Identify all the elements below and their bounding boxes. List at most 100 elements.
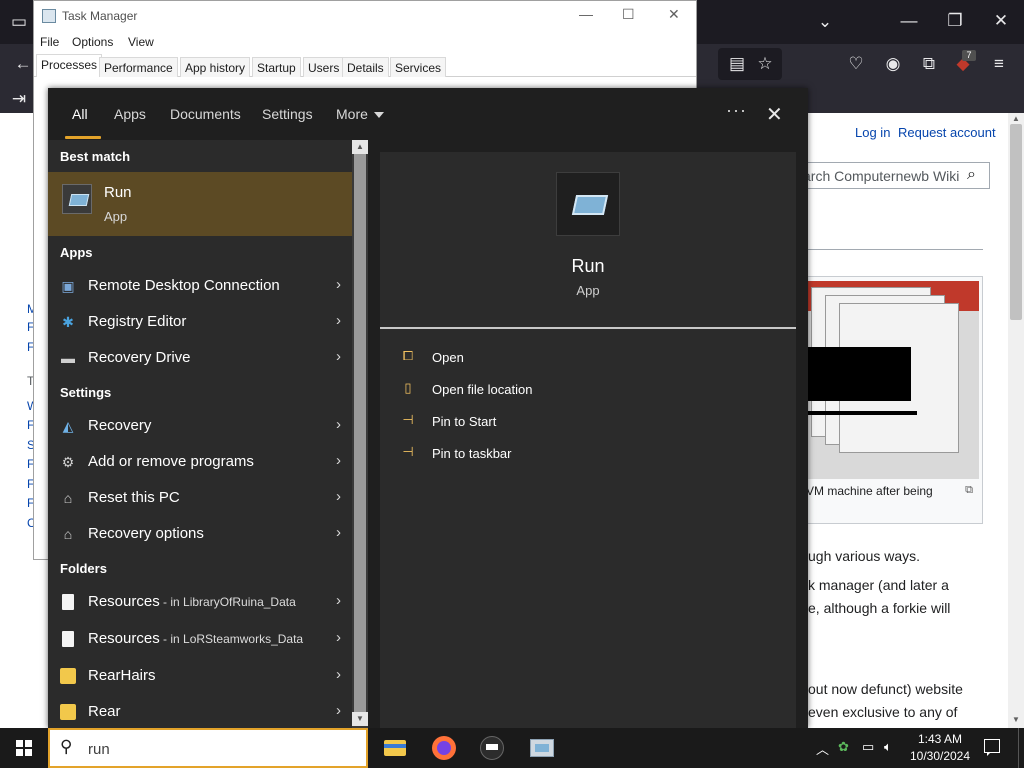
chevron-right-icon[interactable]: › bbox=[336, 592, 341, 609]
volume-icon[interactable]: 🔈︎ bbox=[884, 739, 892, 755]
network-icon[interactable]: ▭ bbox=[862, 739, 874, 755]
tab-users[interactable]: Users bbox=[303, 57, 345, 77]
chevron-right-icon[interactable]: › bbox=[336, 452, 341, 469]
terminal-icon[interactable] bbox=[474, 732, 510, 764]
tab-performance[interactable]: Performance bbox=[99, 57, 178, 77]
tab-settings[interactable]: Settings bbox=[262, 106, 313, 122]
result-recovery-drive[interactable]: ▬ Recovery Drive › bbox=[48, 340, 352, 376]
menu-file[interactable]: File bbox=[40, 35, 59, 49]
result-folder[interactable]: RearHairs › bbox=[48, 658, 352, 694]
back-arrow-icon[interactable]: ← bbox=[12, 54, 34, 74]
wiki-search-input[interactable]: arch Computernewb Wiki ⌕ bbox=[790, 162, 990, 189]
chevron-right-icon[interactable]: › bbox=[336, 488, 341, 505]
result-folder[interactable]: Rear › bbox=[48, 694, 352, 730]
tab-details[interactable]: Details bbox=[342, 57, 389, 77]
result-recovery-options[interactable]: ⌂ Recovery options › bbox=[48, 516, 352, 552]
best-match-item[interactable] bbox=[48, 172, 352, 236]
firefox-icon[interactable] bbox=[426, 732, 462, 764]
section-folders: Folders bbox=[60, 561, 107, 576]
scroll-down-arrow-icon[interactable]: ▼ bbox=[1008, 714, 1024, 726]
chevron-right-icon[interactable]: › bbox=[336, 629, 341, 646]
tab-all[interactable]: All bbox=[72, 106, 88, 122]
results-scrollbar-thumb[interactable] bbox=[354, 154, 366, 714]
taskbar-clock[interactable]: 1:43 AM 10/30/2024 bbox=[904, 731, 976, 765]
more-options-icon[interactable]: ··· bbox=[726, 100, 747, 121]
start-button[interactable] bbox=[0, 728, 48, 768]
tab-processes[interactable]: Processes bbox=[36, 54, 103, 77]
scroll-up-arrow-icon[interactable]: ▲ bbox=[352, 140, 368, 154]
system-tray-app-icon[interactable]: ✿ bbox=[838, 739, 849, 755]
divider bbox=[800, 249, 983, 250]
folder-name: Resources bbox=[88, 630, 160, 647]
action-pin-to-start[interactable]: ⊣ Pin to Start bbox=[400, 410, 700, 436]
bookmark-star-icon[interactable]: ☆ bbox=[754, 54, 776, 74]
run-dialog-icon[interactable] bbox=[524, 732, 560, 764]
action-pin-to-taskbar[interactable]: ⊣ Pin to taskbar bbox=[400, 442, 700, 468]
file-explorer-icon[interactable] bbox=[378, 732, 414, 764]
pocket-icon[interactable]: ♡ bbox=[845, 54, 867, 74]
account-icon[interactable]: ◉ bbox=[882, 54, 904, 74]
request-account-link[interactable]: Request account bbox=[898, 125, 996, 140]
tab-more[interactable]: More bbox=[336, 106, 384, 122]
enlarge-icon[interactable]: ⧉ bbox=[958, 480, 980, 500]
sign-in-icon[interactable]: ⇥ bbox=[8, 89, 30, 109]
menu-options[interactable]: Options bbox=[72, 35, 113, 49]
chevron-right-icon[interactable]: › bbox=[336, 666, 341, 683]
scroll-down-arrow-icon[interactable]: ▼ bbox=[352, 712, 368, 726]
result-label: Add or remove programs bbox=[88, 453, 254, 470]
taskbar-search-box[interactable]: ⚲ run bbox=[48, 728, 368, 768]
result-label: Remote Desktop Connection bbox=[88, 277, 280, 294]
tab-startup[interactable]: Startup bbox=[252, 57, 301, 77]
tab-documents[interactable]: Documents bbox=[170, 106, 241, 122]
preview-pane bbox=[380, 152, 796, 728]
action-open-file-location[interactable]: ▯ Open file location bbox=[400, 378, 700, 404]
menu-view[interactable]: View bbox=[128, 35, 154, 49]
active-tab-indicator bbox=[65, 136, 101, 139]
result-folder[interactable]: Resources - in LibraryOfRuina_Data › bbox=[48, 584, 352, 620]
minimize-icon[interactable]: — bbox=[898, 11, 920, 31]
menu-icon[interactable]: ≡ bbox=[988, 54, 1010, 74]
pin-icon: ⊣ bbox=[402, 412, 414, 427]
minimize-icon[interactable]: — bbox=[579, 6, 593, 22]
close-icon[interactable]: ✕ bbox=[668, 6, 680, 23]
show-desktop-button[interactable] bbox=[1018, 728, 1024, 768]
tab-services[interactable]: Services bbox=[390, 57, 447, 77]
show-hidden-icons-chevron-icon[interactable]: ︿ bbox=[816, 739, 829, 758]
result-registry-editor[interactable]: ✱ Registry Editor › bbox=[48, 304, 352, 340]
search-icon[interactable]: ⌕ bbox=[967, 166, 976, 184]
reader-view-icon[interactable]: ▤ bbox=[726, 54, 748, 74]
maximize-icon[interactable]: ☐ bbox=[622, 6, 635, 23]
result-add-remove-programs[interactable]: ⚙ Add or remove programs › bbox=[48, 444, 352, 480]
chevron-right-icon[interactable]: › bbox=[336, 276, 341, 293]
folder-icon bbox=[60, 704, 76, 720]
thumbnail-image[interactable] bbox=[807, 281, 979, 479]
tab-list-icon[interactable]: ▭ bbox=[8, 12, 30, 32]
reset-pc-icon: ⌂ bbox=[63, 490, 73, 506]
recovery-options-icon: ⌂ bbox=[63, 526, 73, 542]
chevron-right-icon[interactable]: › bbox=[336, 524, 341, 541]
search-query: run bbox=[88, 741, 110, 758]
tab-apps[interactable]: Apps bbox=[114, 106, 146, 122]
tab-app-history[interactable]: App history bbox=[180, 57, 251, 77]
result-reset-pc[interactable]: ⌂ Reset this PC › bbox=[48, 480, 352, 516]
action-open[interactable]: ⧠ Open bbox=[400, 346, 700, 372]
preview-divider bbox=[380, 327, 796, 329]
extensions-icon[interactable]: ⧉ bbox=[918, 54, 940, 74]
close-icon[interactable]: ✕ bbox=[766, 102, 783, 127]
login-link[interactable]: Log in bbox=[855, 125, 890, 140]
chevron-right-icon[interactable]: › bbox=[336, 416, 341, 433]
result-remote-desktop[interactable]: ▣ Remote Desktop Connection › bbox=[48, 268, 352, 304]
page-scrollbar-thumb[interactable] bbox=[1010, 124, 1022, 320]
result-folder[interactable]: Resources - in LoRSteamworks_Data › bbox=[48, 621, 352, 657]
chevron-right-icon[interactable]: › bbox=[336, 312, 341, 329]
notification-center-icon[interactable] bbox=[984, 739, 1000, 756]
result-label: Resources - in LoRSteamworks_Data bbox=[88, 630, 303, 647]
result-recovery[interactable]: ◭ Recovery › bbox=[48, 408, 352, 444]
chevron-down-icon bbox=[373, 112, 384, 119]
tab-overflow-chevron-icon[interactable]: ⌄ bbox=[814, 12, 836, 32]
restore-icon[interactable]: ❐ bbox=[944, 11, 966, 31]
chevron-right-icon[interactable]: › bbox=[336, 348, 341, 365]
thumbnail-caption: VM machine after being bbox=[806, 484, 933, 498]
chevron-right-icon[interactable]: › bbox=[336, 702, 341, 719]
close-icon[interactable]: ✕ bbox=[990, 11, 1012, 31]
